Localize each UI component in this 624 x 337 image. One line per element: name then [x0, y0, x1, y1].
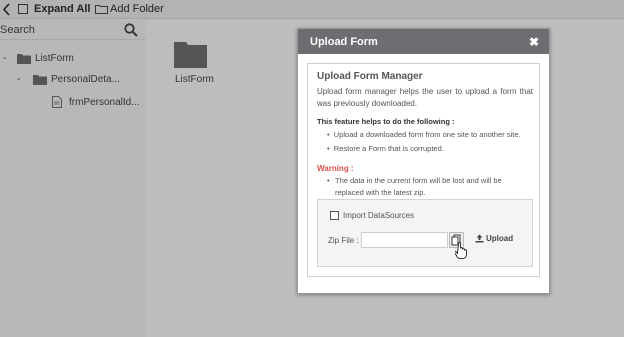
search-row: Search: [0, 20, 146, 40]
close-icon[interactable]: ✖: [529, 35, 539, 49]
search-icon[interactable]: [124, 23, 138, 37]
folder-icon[interactable]: [174, 40, 207, 68]
feature-item: • Upload a downloaded form from one site…: [327, 130, 521, 139]
tree-item-label: ListForm: [35, 53, 74, 64]
feature-heading: This feature helps to do the following :: [317, 117, 455, 126]
dialog-title: Upload Form: [310, 36, 378, 48]
upload-form-dialog: Upload Form ✖ Upload Form Manager Upload…: [297, 28, 550, 294]
panel-description: Upload form manager helps the user to up…: [317, 87, 533, 108]
dialog-header: Upload Form ✖: [298, 29, 549, 54]
tree-item-personaldetails[interactable]: - PersonalDeta...: [17, 74, 120, 85]
expand-all-label[interactable]: Expand All: [34, 3, 90, 15]
upload-controls: Import DataSources Zip File : Upload: [317, 199, 533, 267]
feature-item: • Restore a Form that is corrupted.: [327, 144, 444, 153]
collapse-toggle[interactable]: -: [3, 53, 11, 64]
tree-item-label: PersonalDeta...: [51, 74, 120, 85]
upload-form-manager-panel: Upload Form Manager Upload form manager …: [307, 63, 540, 277]
search-input[interactable]: Search: [0, 24, 35, 36]
hand-cursor-icon: [455, 242, 467, 259]
warning-item: • The data in the current form will be lo…: [327, 176, 502, 197]
folder-tree-panel: Search - ListForm - PersonalDeta... frmP…: [0, 20, 146, 337]
zip-file-input[interactable]: [361, 232, 448, 248]
folder-icon: [17, 54, 31, 64]
warning-heading: Warning :: [317, 164, 354, 173]
collapse-toggle[interactable]: -: [17, 74, 25, 85]
folder-icon[interactable]: [95, 4, 108, 14]
panel-heading: Upload Form Manager: [317, 71, 423, 82]
import-datasources-checkbox[interactable]: [330, 211, 339, 220]
folder-label[interactable]: ListForm: [175, 74, 214, 85]
expand-all-checkbox[interactable]: [18, 4, 28, 14]
upload-icon: [475, 234, 484, 243]
back-chevron-icon[interactable]: [2, 3, 12, 16]
form-file-icon: [52, 96, 62, 108]
tree-item-listform[interactable]: - ListForm: [3, 53, 74, 64]
folder-icon: [33, 75, 47, 85]
tree-item-form-file[interactable]: frmPersonalId...: [52, 96, 140, 108]
tree-item-label: frmPersonalId...: [69, 96, 140, 108]
add-folder-button[interactable]: Add Folder: [110, 3, 164, 15]
zip-file-label: Zip File :: [328, 236, 359, 245]
upload-button[interactable]: Upload: [475, 234, 513, 243]
top-toolbar: Expand All Add Folder: [0, 0, 624, 19]
import-datasources-label[interactable]: Import DataSources: [343, 211, 414, 220]
